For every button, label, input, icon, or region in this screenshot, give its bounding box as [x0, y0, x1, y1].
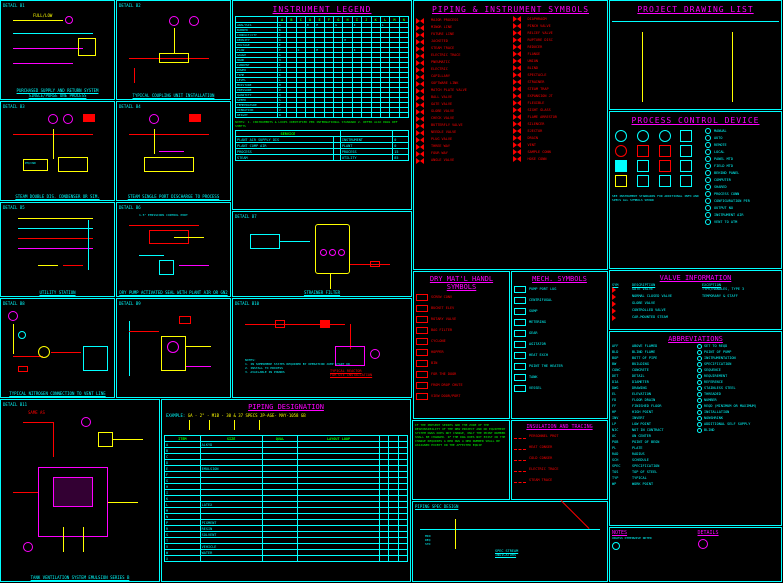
- detail-b10: DETAIL B10 NOTES:1. IN SOMEWHERE STATES …: [232, 298, 412, 398]
- title: DRY MAT'L HANDL SYMBOLS: [417, 275, 506, 291]
- title: ABBREVIATIONS: [613, 335, 778, 343]
- piping-spec: PIPING SPEC DESIGN MINREQSTD SPEC STREAM…: [412, 501, 608, 582]
- detail-b8: DETAIL B8 TYPICAL NITROGEN CONNECTION TO…: [0, 298, 115, 398]
- title: PROCESS CONTROL DEVICE: [612, 116, 779, 125]
- mech-symbols: MECH. SYMBOLS PUMP PORT LUGCENTRIFUGALSU…: [511, 271, 608, 419]
- detail-b7: DETAIL B7 STRAINER FILTER: [232, 211, 412, 297]
- dry-matl-symbols: DRY MAT'L HANDL SYMBOLS SCREW CONVBUCKET…: [413, 271, 510, 419]
- caption: TYPICAL NITROGEN CONNECTION TO VENT LINE: [1, 391, 114, 396]
- caption: TANK VENTILATION SYSTEM EMULSION SERIES …: [1, 575, 159, 580]
- caption: TYPICAL COUPLING UNIT INSTALLATION: [117, 93, 230, 98]
- caption: STEAM DOUBLE DIS. CONDENSER OR SIM.: [1, 194, 114, 199]
- detail-b11: DETAIL B11 SAME AS TANK VENTILATION SYST…: [0, 399, 160, 582]
- project-drawing-list: PROJECT DRAWING LIST: [609, 0, 782, 110]
- title: VALVE INFORMATION: [613, 274, 778, 282]
- caption: PURCHASED SUPPLY AND RETURN SYSTEM SINGL…: [1, 88, 114, 98]
- detail-b9: DETAIL B9: [116, 298, 231, 398]
- detail-b4: DETAIL B4 STEAM SINGLE PORT DISCHARGE TO…: [116, 101, 231, 201]
- legend-table: ABCDEFGHIJKLMN ANALYSISADEGIL BURNERB CO…: [235, 16, 409, 118]
- piping-symbols: PIPING & INSTRUMENT SYMBOLS MAJOR PROCES…: [413, 0, 608, 270]
- insulation-tracing: INSULATION AND TRACING PERSONNEL PROTHEA…: [511, 420, 608, 500]
- title: PROJECT DRAWING LIST: [612, 5, 779, 14]
- title: INSULATION AND TRACING: [515, 424, 604, 430]
- caption: DRY PUMP ACTIVATED SEAL WITH PLANT AIR O…: [117, 290, 230, 295]
- abbreviations: ABBREVIATIONS AFFABOVE FLAMEDBLDBLIND FL…: [609, 331, 782, 526]
- detail-b5: DETAIL B5 UTILITY STATION: [0, 202, 115, 297]
- notes-details: NOTES UNLESS OTHERWISE NOTED DETAILS: [609, 527, 782, 582]
- title: MECH. SYMBOLS: [515, 275, 604, 283]
- process-control-device: PROCESS CONTROL DEVICE SEE I: [609, 111, 782, 269]
- caption: STEAM SINGLE PORT DISCHARGE TO PROCESS: [117, 194, 230, 199]
- detail-b3: DETAIL B3 PH/CND STEAM DOUBLE DIS. CONDE…: [0, 101, 115, 201]
- service-table: SERVICE PLANT AIR SUPPLY DISINSTRUMENT0 …: [235, 130, 409, 161]
- legend-note: NOTES: 1. INSTRUMENTS & LOOPS IDENTIFIED…: [235, 120, 409, 128]
- title: INSTRUMENT LEGEND: [235, 5, 409, 14]
- detail-b2: DETAIL B2 TYPICAL COUPLING UNIT INSTALLA…: [116, 0, 231, 100]
- title: PIPING DESIGNATION: [165, 403, 407, 411]
- piping-notes: IF THE PRESENT SERIES AND THE ZONE OF TH…: [412, 420, 510, 500]
- piping-designation: PIPING DESIGNATION EXAMPLE: GA - 2" - M1…: [161, 399, 411, 582]
- caption: UTILITY STATION: [1, 290, 114, 295]
- detail-b6: DETAIL B6 1.5" EMISSIONS CONTROL PORT DR…: [116, 202, 231, 297]
- title: PIPING & INSTRUMENT SYMBOLS: [416, 5, 605, 14]
- piping-table: ITEMSIZEQUALLAYOUT LOOPAALKYDBCDEEMULSIO…: [164, 435, 408, 562]
- instrument-legend: INSTRUMENT LEGEND ABCDEFGHIJKLMN ANALYSI…: [232, 0, 412, 210]
- valve-information: VALVE INFORMATION SYMDESCRIPTIONEXCEPTIO…: [609, 270, 782, 330]
- detail-b1: DETAIL B1 FULL/LOW PURCHASED SUPPLY AND …: [0, 0, 115, 100]
- caption: STRAINER FILTER: [233, 290, 411, 295]
- details-title: DETAILS: [698, 530, 780, 536]
